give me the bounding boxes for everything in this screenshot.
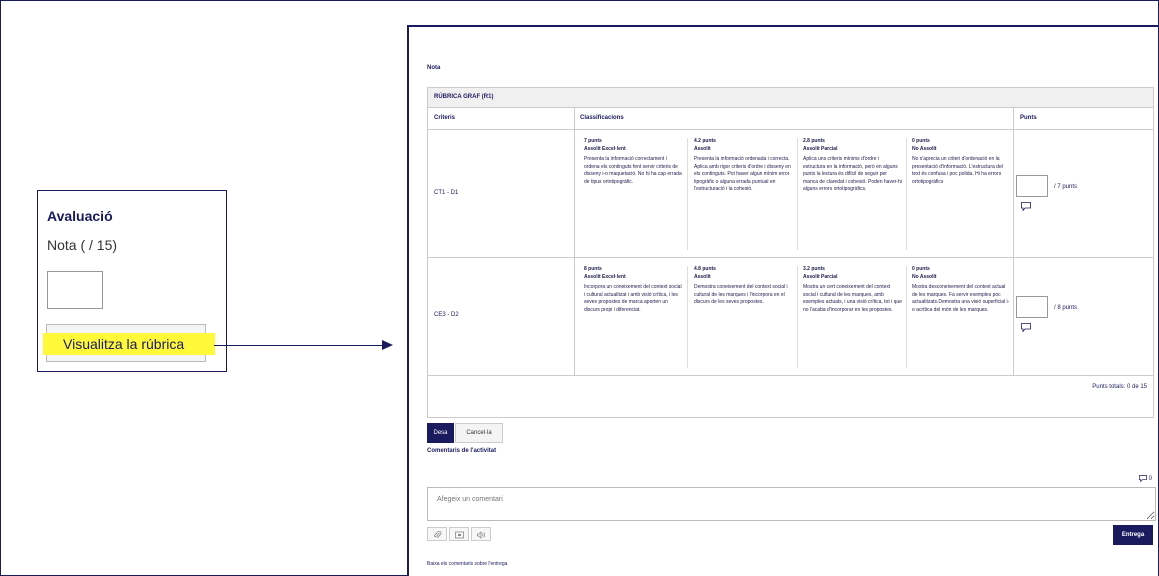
levels-header: Classificacions xyxy=(580,115,624,121)
level-name: No Assolit xyxy=(912,145,937,152)
video-icon xyxy=(455,531,464,539)
level-name: Assolit Parcial xyxy=(803,273,838,280)
rubric-panel: Nota RÚBRICA GRAF (R1) Criteris Classifi… xyxy=(407,25,1158,576)
comment-input[interactable] xyxy=(427,487,1156,521)
save-button[interactable]: Desa xyxy=(427,423,454,443)
level-cell[interactable]: 7 punts Assolit Excel·lent Presenta la i… xyxy=(584,138,688,250)
level-points: 8 punts xyxy=(584,266,602,272)
view-rubric-button[interactable]: Visualitza la rúbrica xyxy=(43,324,215,362)
level-name: Assolit Excel·lent xyxy=(584,145,626,152)
max-points: / 8 punts xyxy=(1054,305,1078,311)
table-row: CT1 - D1 7 punts Assolit Excel·lent Pres… xyxy=(428,130,1153,258)
level-cell[interactable]: 3.2 punts Assolit Parcial Mostra un cert… xyxy=(803,266,907,368)
speaker-icon xyxy=(477,531,485,539)
level-points: 4.2 punts xyxy=(694,138,716,144)
criteria-header: Criteris xyxy=(434,115,456,121)
comment-icon xyxy=(1138,475,1147,482)
level-cell[interactable]: 8 punts Assolit Excel·lent Incorpora un … xyxy=(584,266,688,368)
level-points: 2.8 punts xyxy=(803,138,825,144)
grade-label: Nota ( / 15) xyxy=(47,237,118,253)
comment-count-value: 0 xyxy=(1148,476,1152,483)
level-points: 4.8 punts xyxy=(694,266,716,272)
criterion-label: CT1 - D1 xyxy=(434,190,459,196)
comment-icon[interactable] xyxy=(1021,323,1031,332)
level-cell[interactable]: 4.8 punts Assolit Demostra coneixement d… xyxy=(694,266,798,368)
level-points: 3.2 punts xyxy=(803,266,825,272)
paperclip-icon xyxy=(434,531,442,539)
level-cell[interactable]: 0 punts No Assolit No s'aprecia un crite… xyxy=(912,138,1016,250)
level-description: Mostra desconeixement del context actual… xyxy=(912,284,1010,313)
attach-button[interactable] xyxy=(427,527,447,541)
level-name: Assolit xyxy=(694,145,711,152)
rubric-header-row: Criteris Classificacions Punts xyxy=(428,108,1153,130)
level-cell[interactable]: 4.2 punts Assolit Presenta la informació… xyxy=(694,138,798,250)
level-description: Demostra coneixement del context social … xyxy=(694,284,788,305)
submit-button[interactable]: Entrega xyxy=(1113,525,1153,545)
nota-heading: Nota xyxy=(427,65,441,71)
level-name: Assolit Parcial xyxy=(803,145,838,152)
level-description: Incorpora un coneixement del context soc… xyxy=(584,284,682,313)
level-points: 7 punts xyxy=(584,138,602,144)
level-name: Assolit Excel·lent xyxy=(584,273,626,280)
level-cell[interactable]: 2.8 punts Assolit Parcial Aplica uns cri… xyxy=(803,138,907,250)
level-points: 0 punts xyxy=(912,138,930,144)
level-name: No Assolit xyxy=(912,273,937,280)
grade-input[interactable] xyxy=(47,271,103,309)
cancel-button[interactable]: Cancel·la xyxy=(455,423,503,443)
max-points: / 7 punts xyxy=(1054,184,1078,190)
level-description: Mostra un cert coneixement del context s… xyxy=(803,284,902,313)
rubric-table: RÚBRICA GRAF (R1) Criteris Classificacio… xyxy=(427,87,1154,418)
arrow-head xyxy=(382,340,393,350)
evaluation-title: Avaluació xyxy=(47,208,113,224)
level-description: No s'aprecia un criteri d'ordenació en l… xyxy=(912,156,1003,185)
points-header: Punts xyxy=(1020,115,1037,121)
comment-icon[interactable] xyxy=(1021,202,1031,211)
score-input[interactable] xyxy=(1016,175,1048,197)
download-comments-link[interactable]: Baixa els comentaris sobre l'entrega xyxy=(427,561,507,567)
comment-count: 0 xyxy=(1138,475,1152,483)
level-points: 0 punts xyxy=(912,266,930,272)
level-description: Presenta la informació correctament i or… xyxy=(584,156,682,185)
level-description: Presenta la informació ordenada i correc… xyxy=(694,156,791,192)
audio-button[interactable] xyxy=(471,527,491,541)
view-rubric-label: Visualitza la rúbrica xyxy=(63,336,185,352)
criterion-label: CE3 - D2 xyxy=(434,312,459,318)
level-name: Assolit xyxy=(694,273,711,280)
comments-title: Comentaris de l'activitat xyxy=(427,448,497,454)
table-row: CE3 - D2 8 punts Assolit Excel·lent Inco… xyxy=(428,258,1153,376)
video-button[interactable] xyxy=(449,527,469,541)
total-points: Punts totals: 0 de 15 xyxy=(1092,384,1147,390)
rubric-title: RÚBRICA GRAF (R1) xyxy=(428,88,1153,108)
score-input[interactable] xyxy=(1016,296,1048,318)
level-description: Aplica uns criteris mínims d'ordre i est… xyxy=(803,156,902,192)
level-cell[interactable]: 0 punts No Assolit Mostra desconeixement… xyxy=(912,266,1016,368)
arrow-line xyxy=(214,345,384,346)
evaluation-panel: Avaluació Nota ( / 15) Visualitza la rúb… xyxy=(37,190,227,372)
